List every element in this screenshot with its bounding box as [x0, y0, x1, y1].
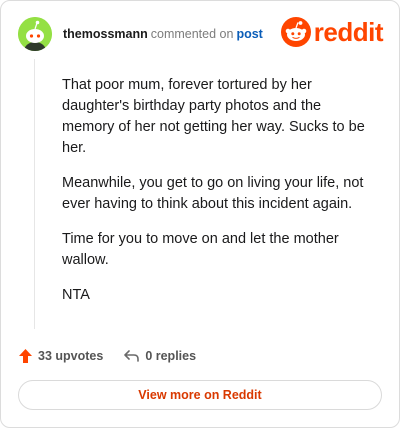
upvote-count: 33 upvotes [38, 349, 104, 363]
action-text: commented on [150, 27, 234, 41]
comment-footer: 33 upvotes 0 replies [18, 345, 196, 367]
post-link[interactable]: post [236, 27, 262, 41]
reddit-logo-icon [280, 17, 311, 47]
reply-button[interactable]: 0 replies [123, 349, 196, 363]
thread-line [34, 59, 35, 329]
comment-body: That poor mum, forever tortured by her d… [62, 75, 372, 320]
upvote-arrow-icon [19, 349, 32, 363]
snoo-avatar-icon[interactable] [18, 17, 52, 51]
comment-paragraph: That poor mum, forever tortured by her d… [62, 77, 365, 156]
comment-paragraph: Meanwhile, you get to go on living your … [62, 175, 364, 212]
reply-arrow-icon [124, 350, 140, 362]
view-more-button[interactable]: View more on Reddit [18, 380, 382, 410]
comment-embed-card: themossmann commented on post reddit That … [0, 0, 400, 428]
reddit-logo[interactable]: reddit [280, 15, 384, 49]
reply-count: 0 replies [145, 349, 197, 363]
comment-meta: themossmann commented on post [63, 27, 263, 41]
upvote-button[interactable]: 33 upvotes [18, 348, 103, 364]
username-link[interactable]: themossmann [63, 27, 148, 41]
comment-paragraph: Time for you to move on and let the moth… [62, 231, 339, 268]
comment-header: themossmann commented on post reddit [18, 15, 384, 51]
reddit-wordmark: reddit [313, 17, 384, 47]
comment-paragraph: NTA [62, 287, 90, 303]
